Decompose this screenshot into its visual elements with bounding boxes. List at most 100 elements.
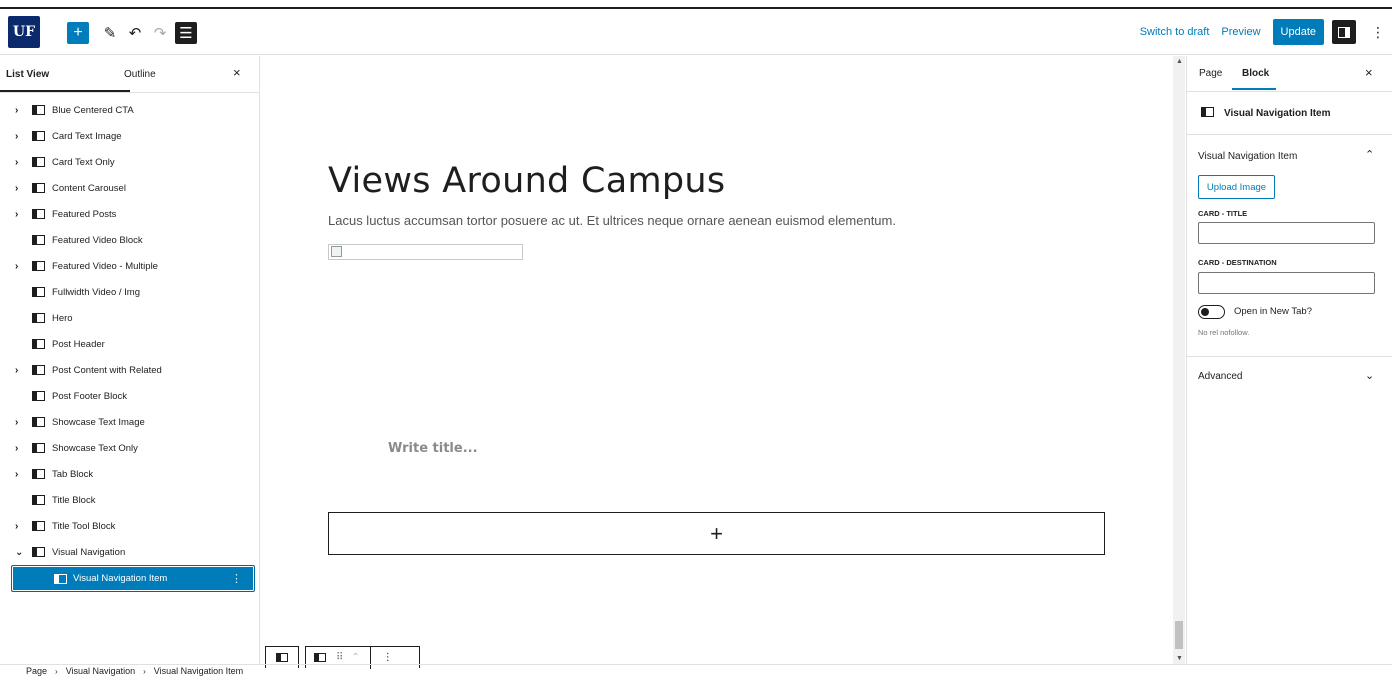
section-title[interactable]: Visual Navigation Item — [1198, 151, 1297, 162]
chevron-right-icon[interactable]: › — [15, 365, 18, 376]
more-options-icon[interactable]: ⋮ — [1368, 24, 1388, 41]
tab-outline[interactable]: Outline — [124, 56, 156, 92]
open-new-tab-toggle[interactable] — [1198, 305, 1225, 319]
breadcrumb-item-page[interactable]: Page — [26, 666, 47, 676]
list-item[interactable]: Fullwidth Video / Img — [0, 279, 260, 305]
list-item-label: Post Content with Related — [52, 364, 162, 376]
help-text: No rel nofollow. — [1198, 328, 1250, 337]
list-item[interactable]: › Post Content with Related — [0, 357, 260, 383]
undo-icon[interactable]: ↶ — [124, 22, 146, 44]
block-settings-section: Visual Navigation Item ⌃ Upload Image CA… — [1187, 135, 1392, 357]
block-appender-button[interactable]: + — [328, 512, 1105, 555]
chevron-right-icon[interactable]: › — [15, 521, 18, 532]
tab-list-view[interactable]: List View — [6, 56, 49, 92]
list-item[interactable]: › Featured Posts — [0, 201, 260, 227]
block-icon — [32, 443, 45, 453]
list-item[interactable]: › Tab Block — [0, 461, 260, 487]
list-item[interactable]: › Showcase Text Only — [0, 435, 260, 461]
settings-panel: Page Block × Visual Navigation Item Visu… — [1186, 56, 1392, 664]
chevron-right-icon[interactable]: › — [15, 131, 18, 142]
list-item-label: Content Carousel — [52, 182, 126, 194]
list-item-label: Post Header — [52, 338, 105, 350]
edit-tool-icon[interactable]: ✎ — [99, 22, 121, 44]
page-description[interactable]: Lacus luctus accumsan tortor posuere ac … — [328, 213, 896, 228]
move-up-icon[interactable]: ⌃ — [351, 652, 359, 663]
tab-page[interactable]: Page — [1199, 68, 1222, 79]
chevron-down-icon[interactable]: ⌄ — [15, 547, 23, 558]
chevron-up-icon[interactable]: ⌃ — [1365, 148, 1374, 161]
list-item-label: Fullwidth Video / Img — [52, 286, 141, 298]
switch-to-draft-button[interactable]: Switch to draft — [1140, 26, 1210, 38]
list-item-label: Hero — [52, 312, 73, 324]
list-item[interactable]: › Card Text Only — [0, 149, 260, 175]
list-item-selected[interactable]: Visual Navigation Item ⋮ — [11, 565, 255, 592]
block-icon — [32, 339, 45, 349]
editor-canvas: Views Around Campus Lacus luctus accumsa… — [261, 56, 1173, 669]
block-icon — [32, 313, 45, 323]
close-icon[interactable]: × — [233, 65, 241, 80]
chevron-right-icon[interactable]: › — [15, 157, 18, 168]
redo-icon[interactable]: ↷ — [149, 22, 171, 44]
canvas-scrollbar[interactable]: ▲ ▼ — [1173, 56, 1185, 664]
list-item-label: Title Block — [52, 494, 96, 506]
card-destination-input[interactable] — [1198, 272, 1375, 294]
tab-block[interactable]: Block — [1242, 68, 1269, 79]
update-button[interactable]: Update — [1272, 19, 1324, 45]
toolbar-actions: Switch to draft Preview Update ⋮ — [1140, 9, 1392, 55]
breadcrumb-item-visual-navigation[interactable]: Visual Navigation — [66, 666, 135, 676]
chevron-down-icon[interactable]: ⌄ — [1365, 369, 1374, 382]
list-item-label: Featured Posts — [52, 208, 117, 220]
drag-handle-icon[interactable]: ⠿ — [336, 652, 343, 663]
item-more-icon[interactable]: ⋮ — [231, 572, 242, 585]
chevron-right-icon[interactable]: › — [15, 105, 18, 116]
chevron-right-icon[interactable]: › — [15, 261, 18, 272]
block-icon — [32, 131, 45, 141]
list-item-label: Card Text Image — [52, 130, 122, 142]
add-block-button[interactable]: + — [67, 22, 89, 44]
list-view-button[interactable]: ☰ — [175, 22, 197, 44]
list-item-label: Blue Centered CTA — [52, 104, 134, 116]
block-more-icon[interactable]: ⋮ — [383, 652, 393, 663]
list-item[interactable]: › Featured Video - Multiple — [0, 253, 260, 279]
settings-sidebar-button[interactable] — [1332, 20, 1356, 44]
chevron-right-icon[interactable]: › — [15, 417, 18, 428]
advanced-title[interactable]: Advanced — [1198, 371, 1242, 382]
image-placeholder[interactable] — [328, 244, 523, 260]
scrollbar-thumb[interactable] — [1175, 621, 1183, 649]
divider — [0, 92, 259, 93]
list-item[interactable]: › Title Tool Block — [0, 513, 260, 539]
card-title-input[interactable] — [1198, 222, 1375, 244]
upload-image-button[interactable]: Upload Image — [1198, 175, 1275, 199]
list-item[interactable]: Hero — [0, 305, 260, 331]
breadcrumb-separator: › — [143, 666, 146, 676]
chevron-right-icon[interactable]: › — [15, 469, 18, 480]
scroll-up-icon[interactable]: ▲ — [1176, 58, 1183, 65]
list-item-label: Visual Navigation Item — [73, 573, 168, 584]
editor-toolbar: UF + ✎ ↶ ↷ ☰ Switch to draft Preview Upd… — [0, 9, 1392, 55]
page-title[interactable]: Views Around Campus — [328, 161, 725, 201]
advanced-section[interactable]: Advanced ⌄ — [1187, 357, 1392, 397]
list-item[interactable]: › Showcase Text Image — [0, 409, 260, 435]
preview-button[interactable]: Preview — [1221, 26, 1260, 38]
list-item[interactable]: Post Header — [0, 331, 260, 357]
site-logo[interactable]: UF — [8, 16, 40, 48]
block-icon — [32, 105, 45, 115]
list-item[interactable]: Post Footer Block — [0, 383, 260, 409]
card-title-label: CARD - TITLE — [1198, 209, 1248, 218]
list-item[interactable]: Title Block — [0, 487, 260, 513]
scroll-down-icon[interactable]: ▼ — [1176, 655, 1183, 662]
list-item[interactable]: ⌄ Visual Navigation — [0, 539, 260, 565]
breadcrumb-item-visual-navigation-item[interactable]: Visual Navigation Item — [154, 666, 243, 676]
toggle-label: Open in New Tab? — [1234, 306, 1312, 317]
list-item[interactable]: › Blue Centered CTA — [0, 97, 260, 123]
list-item[interactable]: › Card Text Image — [0, 123, 260, 149]
list-item[interactable]: Featured Video Block — [0, 227, 260, 253]
chevron-right-icon[interactable]: › — [15, 183, 18, 194]
top-border — [0, 0, 1392, 9]
chevron-right-icon[interactable]: › — [15, 443, 18, 454]
title-placeholder[interactable]: Write title... — [388, 441, 478, 456]
close-icon[interactable]: × — [1365, 65, 1373, 80]
block-type-icon[interactable] — [314, 653, 326, 662]
chevron-right-icon[interactable]: › — [15, 209, 18, 220]
list-item[interactable]: › Content Carousel — [0, 175, 260, 201]
